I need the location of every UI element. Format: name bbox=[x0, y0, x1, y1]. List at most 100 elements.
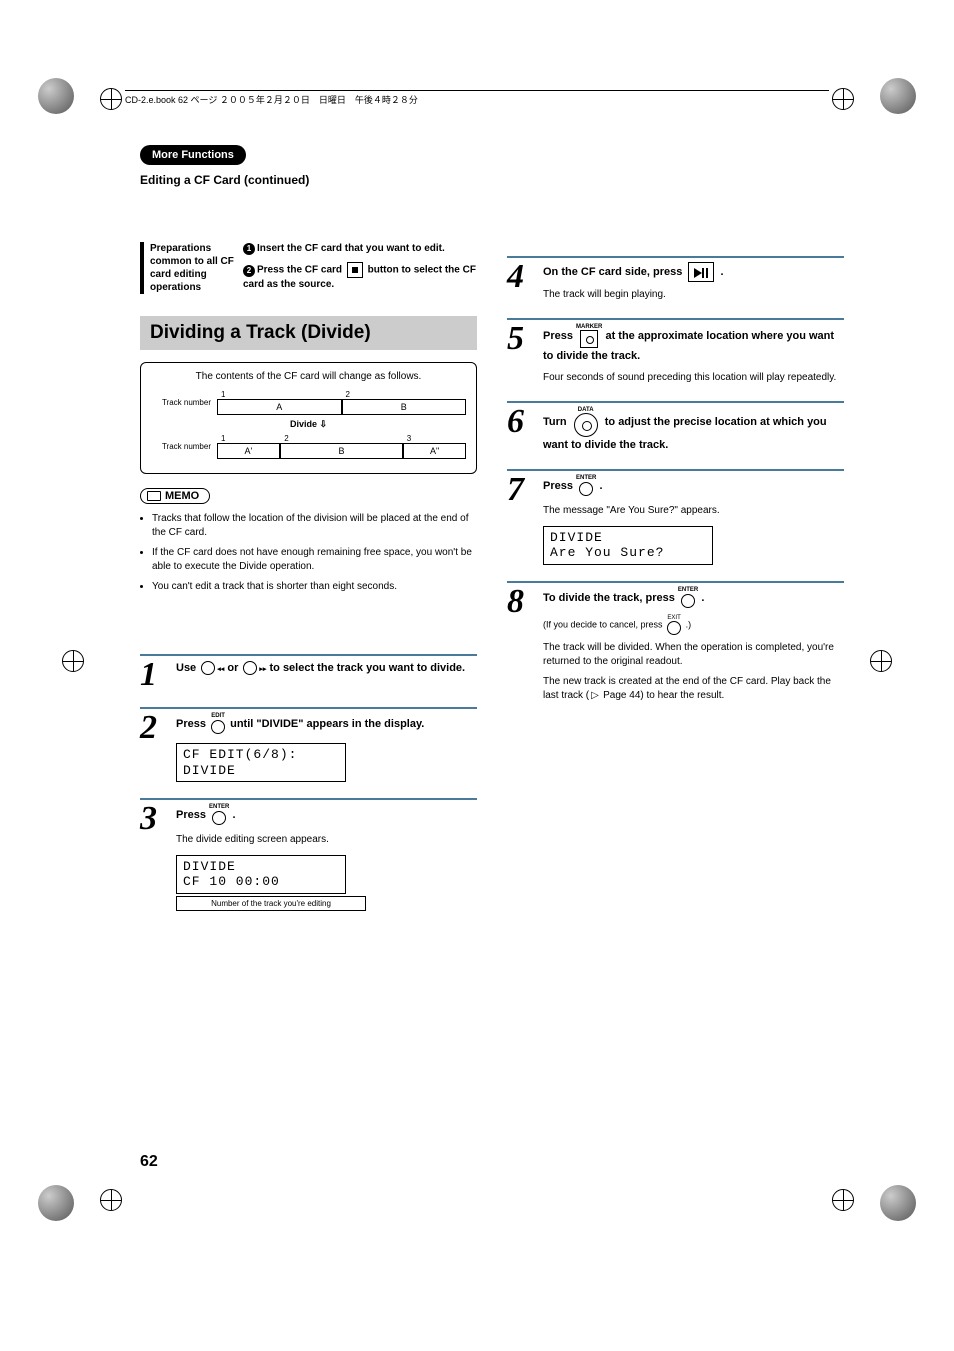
s3-b: . bbox=[232, 809, 235, 821]
s7-a: Press bbox=[543, 480, 573, 492]
memo-item-2: If the CF card does not have enough rema… bbox=[152, 546, 477, 574]
lcd-s3-l2: CF 10 00:00 bbox=[183, 874, 339, 890]
track-num-2: 2 bbox=[342, 390, 467, 399]
s8-a: To divide the track, press bbox=[543, 592, 675, 604]
enter-button-icon-s8 bbox=[681, 594, 695, 608]
page-ref-icon bbox=[591, 689, 601, 699]
step-2-num: 2 bbox=[140, 713, 166, 744]
reg-mr bbox=[870, 650, 892, 672]
step-2: 2 Press EDIT until "DIVIDE" appears in t… bbox=[140, 707, 477, 783]
corner-tr bbox=[880, 78, 916, 114]
reg-ml bbox=[62, 650, 84, 672]
lcd-s2-l2: DIVIDE bbox=[183, 763, 339, 779]
cell-adp: A" bbox=[403, 443, 466, 459]
num-1-icon: 1 bbox=[243, 243, 255, 255]
s5-desc: Four seconds of sound preceding this loc… bbox=[543, 371, 844, 385]
lcd-note-s3: Number of the track you're editing bbox=[176, 896, 366, 911]
corner-tl bbox=[38, 78, 74, 114]
s1-b: or bbox=[227, 662, 238, 674]
data-label: DATA bbox=[570, 407, 602, 413]
step-5-num: 5 bbox=[507, 324, 533, 355]
reg-tr bbox=[832, 88, 854, 110]
step-1-num: 1 bbox=[140, 660, 166, 691]
lcd-step7: DIVIDE Are You Sure? bbox=[543, 526, 713, 565]
reg-tl bbox=[100, 88, 122, 110]
s4-a: On the CF card side, press bbox=[543, 266, 682, 278]
section-badge: More Functions bbox=[140, 145, 246, 165]
exit-button-icon bbox=[667, 621, 681, 635]
prev-track-icon bbox=[201, 661, 215, 675]
s1-a: Use bbox=[176, 662, 196, 674]
data-knob-icon bbox=[574, 413, 598, 437]
memo-list: Tracks that follow the location of the d… bbox=[140, 512, 477, 594]
s5-a: Press bbox=[543, 330, 573, 342]
s8-cancel-b: .) bbox=[686, 620, 692, 630]
lcd-step3: DIVIDE CF 10 00:00 bbox=[176, 855, 346, 894]
track-label-1: Track number bbox=[151, 398, 211, 407]
step-7-num: 7 bbox=[507, 475, 533, 506]
play-pause-icon bbox=[688, 262, 714, 282]
prep-left-label: Preparations common to all CF card editi… bbox=[140, 242, 235, 294]
enter-label-s3: ENTER bbox=[209, 804, 229, 810]
cell-ap: A' bbox=[217, 443, 280, 459]
step-6: 6 Turn DATA to adjust the precise locati… bbox=[507, 401, 844, 454]
s3-desc: The divide editing screen appears. bbox=[176, 833, 477, 847]
enter-label-s8: ENTER bbox=[678, 587, 698, 593]
memo-item-3: You can't edit a track that is shorter t… bbox=[152, 580, 477, 594]
prep-item2a: Press the CF card bbox=[257, 265, 342, 276]
s2-b: until "DIVIDE" appears in the display. bbox=[230, 718, 424, 730]
s8-b: . bbox=[701, 592, 704, 604]
num-2-icon: 2 bbox=[243, 265, 255, 277]
prep-box: Preparations common to all CF card editi… bbox=[140, 242, 477, 294]
s4-b: . bbox=[721, 266, 724, 278]
s8-desc2b: Page 44) to hear the result. bbox=[603, 690, 724, 701]
prep-item1: Insert the CF card that you want to edit… bbox=[257, 243, 445, 254]
step-3: 3 Press ENTER . The divide editing scree… bbox=[140, 798, 477, 911]
next-track-icon bbox=[243, 661, 257, 675]
section-subtitle: Editing a CF Card (continued) bbox=[140, 173, 477, 187]
page-header: CD-2.e.book 62 ページ ２００５年２月２０日 日曜日 午後４時２８… bbox=[125, 90, 829, 106]
left-column: More Functions Editing a CF Card (contin… bbox=[140, 145, 477, 911]
right-column: 4 On the CF card side, press . The track… bbox=[507, 145, 844, 911]
memo-badge: MEMO bbox=[140, 488, 210, 504]
s4-desc: The track will begin playing. bbox=[543, 288, 844, 302]
corner-bl bbox=[38, 1185, 74, 1221]
step-4-num: 4 bbox=[507, 262, 533, 293]
book-info: CD-2.e.book 62 ページ ２００５年２月２０日 日曜日 午後４時２８… bbox=[125, 95, 418, 105]
prep-right: 1Insert the CF card that you want to edi… bbox=[243, 242, 477, 292]
edit-button-icon bbox=[211, 720, 225, 734]
step-8-num: 8 bbox=[507, 587, 533, 618]
lcd-s7-l2: Are You Sure? bbox=[550, 545, 706, 561]
track-num-1b: 1 bbox=[217, 434, 280, 443]
enter-label-s7: ENTER bbox=[576, 475, 596, 481]
s8-cancel-a: (If you decide to cancel, press bbox=[543, 620, 663, 630]
step-8: 8 To divide the track, press ENTER . (If… bbox=[507, 581, 844, 704]
step-4: 4 On the CF card side, press . The track… bbox=[507, 256, 844, 302]
s7-desc: The message "Are You Sure?" appears. bbox=[543, 504, 844, 518]
marker-button-icon bbox=[580, 330, 598, 348]
page-number: 62 bbox=[140, 1153, 158, 1171]
corner-br bbox=[880, 1185, 916, 1221]
cell-b: B bbox=[342, 399, 467, 415]
s8-desc1: The track will be divided. When the oper… bbox=[543, 641, 844, 669]
enter-button-icon-s7 bbox=[579, 482, 593, 496]
track-num-2b: 2 bbox=[280, 434, 403, 443]
s6-a: Turn bbox=[543, 415, 567, 427]
lcd-s2-l1: CF EDIT(6/8): bbox=[183, 747, 339, 763]
cell-a: A bbox=[217, 399, 342, 415]
step-3-num: 3 bbox=[140, 804, 166, 835]
enter-button-icon-s3 bbox=[212, 811, 226, 825]
lcd-s3-l1: DIVIDE bbox=[183, 859, 339, 875]
divide-label: Divide ⇩ bbox=[151, 419, 466, 430]
edit-label: EDIT bbox=[209, 713, 227, 719]
s2-a: Press bbox=[176, 718, 206, 730]
step-5: 5 Press MARKER at the approximate locati… bbox=[507, 318, 844, 385]
lcd-step2: CF EDIT(6/8): DIVIDE bbox=[176, 743, 346, 782]
diagram-title: The contents of the CF card will change … bbox=[151, 371, 466, 382]
stop-button-icon bbox=[347, 262, 363, 278]
reg-br bbox=[832, 1189, 854, 1211]
lcd-s7-l1: DIVIDE bbox=[550, 530, 706, 546]
heading-divide: Dividing a Track (Divide) bbox=[140, 316, 477, 350]
reg-bl bbox=[100, 1189, 122, 1211]
track-num-1: 1 bbox=[217, 390, 342, 399]
